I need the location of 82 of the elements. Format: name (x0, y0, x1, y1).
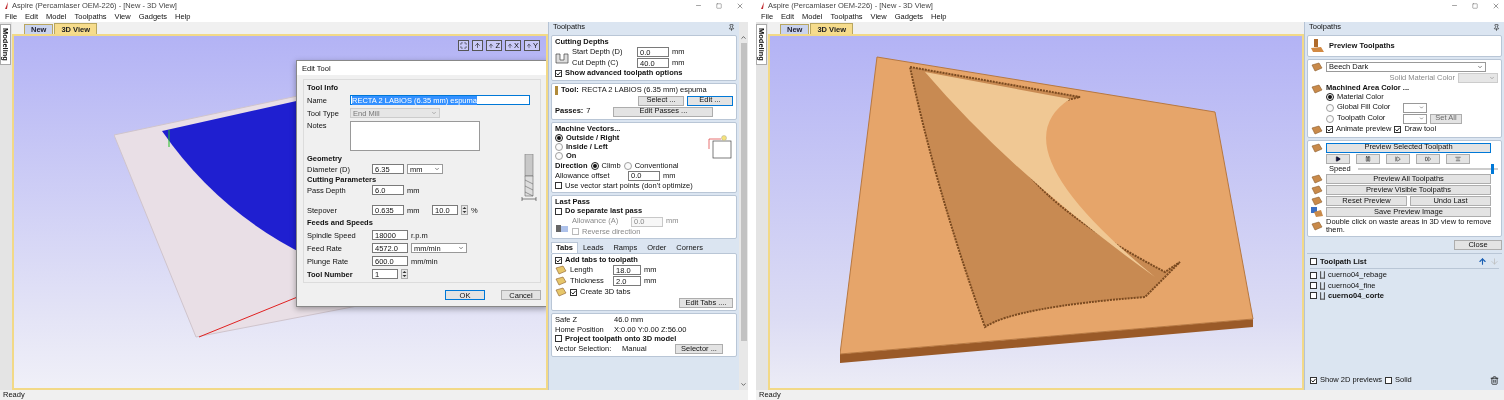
checkbox[interactable] (1385, 377, 1393, 384)
checkbox[interactable] (1310, 258, 1317, 266)
checkbox[interactable] (1326, 126, 1333, 133)
move-up-icon[interactable] (1478, 257, 1487, 267)
scroll-down-icon[interactable] (740, 381, 747, 388)
play-icon (1335, 155, 1341, 162)
fast-forward-button[interactable] (1416, 153, 1440, 164)
preview-icon (1311, 142, 1323, 153)
radio-button[interactable] (1326, 103, 1334, 112)
pin-icon[interactable] (728, 24, 735, 31)
color-dropdown[interactable] (1403, 113, 1427, 124)
color-dropdown[interactable] (1403, 102, 1427, 113)
pause-button[interactable] (1356, 153, 1380, 164)
arrow-icon (488, 42, 495, 49)
step-forward-icon (1395, 155, 1401, 162)
checkbox[interactable] (555, 69, 562, 77)
checkbox[interactable] (1310, 292, 1317, 300)
preview-all-icon (1311, 173, 1323, 184)
arrow-icon (506, 42, 513, 49)
tab-thickness-icon (555, 276, 567, 287)
mallet-icon (1311, 39, 1325, 53)
checkbox[interactable] (555, 182, 562, 190)
checkbox[interactable] (555, 335, 562, 343)
save-image-icon (1311, 206, 1323, 217)
radio-button[interactable] (590, 161, 599, 170)
waste-area-icon (1311, 221, 1323, 231)
3d-tab-icon (555, 287, 567, 298)
caret-icon (458, 245, 464, 251)
checkbox[interactable] (1310, 377, 1317, 384)
radio-button[interactable] (623, 161, 632, 170)
material-icon (1311, 62, 1323, 72)
color-dropdown[interactable] (1458, 73, 1498, 83)
animate-icon (1311, 124, 1323, 135)
caret-icon (1419, 105, 1424, 110)
app-logo-icon (760, 2, 765, 9)
pin-icon[interactable] (1493, 24, 1500, 31)
checkbox[interactable] (1310, 271, 1317, 279)
caret-icon (431, 110, 437, 116)
lines-icon (1455, 155, 1461, 162)
delete-icon[interactable] (1490, 376, 1499, 385)
checkbox[interactable] (570, 288, 577, 296)
arrow-icon (526, 42, 532, 49)
radio-button[interactable] (555, 152, 563, 161)
vector-offset-icon (707, 134, 733, 161)
depth-icon (555, 51, 569, 64)
play-button[interactable] (1326, 153, 1350, 164)
scrollbar[interactable] (739, 22, 748, 390)
close-icon[interactable] (1492, 1, 1500, 10)
caret-icon (434, 166, 440, 172)
checkbox[interactable] (1394, 126, 1402, 133)
checkbox[interactable] (555, 256, 562, 264)
step-button[interactable] (1386, 153, 1410, 164)
pause-icon (1365, 155, 1371, 162)
close-icon[interactable] (736, 1, 744, 10)
radio-button[interactable] (555, 133, 563, 142)
spin-buttons[interactable] (461, 205, 468, 215)
scroll-up-icon[interactable] (740, 34, 747, 41)
tab-length-icon (555, 265, 567, 276)
checkbox[interactable] (1310, 282, 1317, 290)
fit-view-button[interactable] (458, 40, 470, 51)
preview-visible-icon (1311, 184, 1323, 195)
slider-thumb[interactable] (1490, 163, 1494, 174)
caret-icon (1419, 116, 1424, 121)
radio-button[interactable] (1326, 114, 1334, 123)
iso-view-button[interactable] (472, 40, 484, 51)
checkbox[interactable] (572, 228, 579, 236)
frame-icon (460, 42, 468, 49)
reset-icon (1311, 195, 1323, 206)
machined-area-icon (1311, 84, 1323, 94)
stop-button[interactable] (1446, 153, 1470, 164)
fast-forward-icon (1425, 155, 1431, 162)
minimize-icon[interactable] (1451, 2, 1458, 9)
notes-field[interactable] (350, 121, 480, 151)
radio-button[interactable] (555, 143, 563, 152)
tool-icon (555, 85, 558, 95)
radio-button[interactable] (1326, 93, 1334, 102)
checkbox[interactable] (555, 207, 562, 215)
arrow-icon (474, 42, 482, 49)
minimize-icon[interactable] (695, 2, 702, 9)
spin-buttons[interactable] (401, 269, 408, 279)
end-mill-drawing (521, 154, 537, 202)
app-logo-icon (4, 2, 9, 9)
